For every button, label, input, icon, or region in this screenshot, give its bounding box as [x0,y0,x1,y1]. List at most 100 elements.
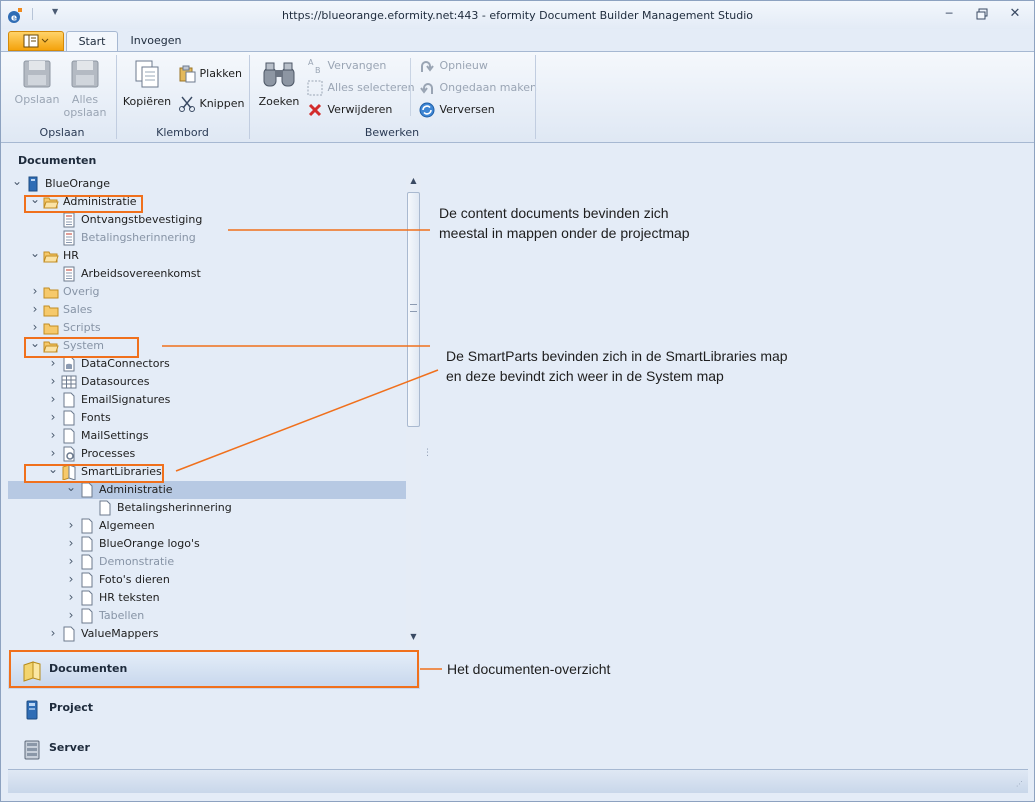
chevron-right-icon[interactable]: › [66,519,76,531]
splitter-grip-icon[interactable]: ⋮ [423,448,432,464]
chevron-right-icon[interactable]: › [48,429,58,441]
select-all-icon [307,80,323,96]
tree-item[interactable]: › Processes [8,445,406,463]
minimize-icon[interactable]: ─ [938,6,960,22]
resize-grip-icon[interactable]: ⋰ [1016,780,1026,790]
select-all-button[interactable]: Alles selecteren [306,78,415,98]
tree-item[interactable]: ⌄ HR [8,247,406,265]
chevron-right-icon[interactable]: › [48,447,58,459]
document-tree[interactable]: ⌄ BlueOrange ⌄ Administratie Ontvangstbevest… [8,175,406,647]
replace-label: Vervangen [327,59,387,72]
tree-item[interactable]: › Demonstratie [8,553,406,571]
refresh-button[interactable]: Verversen [418,100,495,120]
document-icon [63,212,75,228]
tree-item[interactable]: Betalingsherinnering [8,499,406,517]
tree-item-label: Processes [81,447,136,460]
annotation-box-administratie [24,195,143,213]
tree-item[interactable]: › Tabellen [8,607,406,625]
refresh-label: Verversen [439,103,495,116]
tree-item[interactable]: › MailSettings [8,427,406,445]
tree-item[interactable]: › Datasources [8,373,406,391]
window-title: https://blueorange.eformity.net:443 - ef… [281,9,754,22]
scroll-down-arrow-icon[interactable]: ▼ [406,632,421,646]
search-button[interactable]: Zoeken [256,58,302,108]
page-icon [63,410,75,426]
close-icon[interactable]: ✕ [1004,6,1026,22]
tree-item[interactable]: › BlueOrange logo's [8,535,406,553]
annotation-box-documenten [9,650,419,688]
tree-item-label: Betalingsherinnering [117,501,232,514]
tree-item[interactable]: ⌄ Administratie [8,481,406,499]
save-button[interactable]: Opslaan [14,58,60,120]
save-all-button[interactable]: Alles opslaan [62,58,108,120]
group-label-bewerken: Bewerken [364,126,420,139]
save-all-label-line1: Alles [71,93,99,106]
chevron-right-icon[interactable]: › [30,285,40,297]
chevron-right-icon[interactable]: › [48,375,58,387]
tree-item[interactable]: Arbeidsovereenkomst [8,265,406,283]
scroll-up-arrow-icon[interactable]: ▲ [406,176,421,190]
chevron-down-icon[interactable]: ⌄ [12,175,22,189]
tree-item[interactable]: › Algemeen [8,517,406,535]
annotation-box-smartlibraries [24,464,164,483]
tree-item-label: Foto's dieren [99,573,170,586]
delete-label: Verwijderen [327,103,393,116]
tab-invoegen[interactable]: Invoegen [124,31,188,51]
chevron-right-icon[interactable]: › [48,627,58,639]
tree-item[interactable]: › Overig [8,283,406,301]
chevron-right-icon[interactable]: › [48,357,58,369]
status-bar [8,769,1028,793]
chevron-right-icon[interactable]: › [30,321,40,333]
chevron-right-icon[interactable]: › [30,303,40,315]
restore-icon[interactable] [971,6,993,22]
chevron-right-icon[interactable]: › [66,537,76,549]
server-icon [24,740,40,760]
nav-server[interactable]: Server [8,730,420,768]
annotation-content-docs-line2: meestal in mappen onder de projectmap [439,225,690,241]
project-icon [26,700,38,720]
chevron-down-icon[interactable]: ⌄ [30,247,40,261]
tree-item[interactable]: ⌄ BlueOrange [8,175,406,193]
copy-icon [135,60,159,88]
chevron-right-icon[interactable]: › [66,573,76,585]
nav-server-label: Server [49,741,90,754]
tree-item[interactable]: › Sales [8,301,406,319]
tree-item-label: Sales [63,303,93,316]
replace-button[interactable]: A B Vervangen [306,56,386,76]
nav-project[interactable]: Project [8,690,420,728]
tree-item[interactable]: Betalingsherinnering [8,229,406,247]
copy-button[interactable]: Kopiëren [122,58,172,108]
chevron-right-icon[interactable]: › [66,609,76,621]
application-menu-button[interactable] [8,31,64,51]
tree-item-label: Tabellen [99,609,145,622]
save-icon [23,60,51,88]
panel-title: Documenten [18,154,97,167]
search-label: Zoeken [258,95,300,108]
redo-label: Opnieuw [439,59,488,72]
tree-item[interactable]: › HR teksten [8,589,406,607]
chevron-right-icon[interactable]: › [48,393,58,405]
tree-item-label: HR [63,249,79,262]
page-icon [99,500,111,516]
tab-start[interactable]: Start [66,31,118,51]
tree-item-label: Fonts [81,411,111,424]
tree-item[interactable]: › Scripts [8,319,406,337]
tree-item[interactable]: › ValueMappers [8,625,406,643]
chevron-down-icon[interactable]: ⌄ [66,481,76,495]
svg-text:B: B [315,66,321,75]
delete-button[interactable]: Verwijderen [306,100,392,120]
tree-item[interactable]: › Foto's dieren [8,571,406,589]
undo-button[interactable]: Ongedaan maken [418,78,537,98]
redo-button[interactable]: Opnieuw [418,56,488,76]
chevron-right-icon[interactable]: › [66,591,76,603]
chevron-right-icon[interactable]: › [48,411,58,423]
tree-item[interactable]: › EmailSignatures [8,391,406,409]
chevron-right-icon[interactable]: › [66,555,76,567]
tree-item[interactable]: › Fonts [8,409,406,427]
paste-button[interactable]: Plakken [178,64,242,84]
tree-item[interactable]: Ontvangstbevestiging [8,211,406,229]
undo-label: Ongedaan maken [439,81,538,94]
cut-button[interactable]: Knippen [178,94,244,114]
delete-icon [308,103,322,117]
tree-item-label: HR teksten [99,591,160,604]
